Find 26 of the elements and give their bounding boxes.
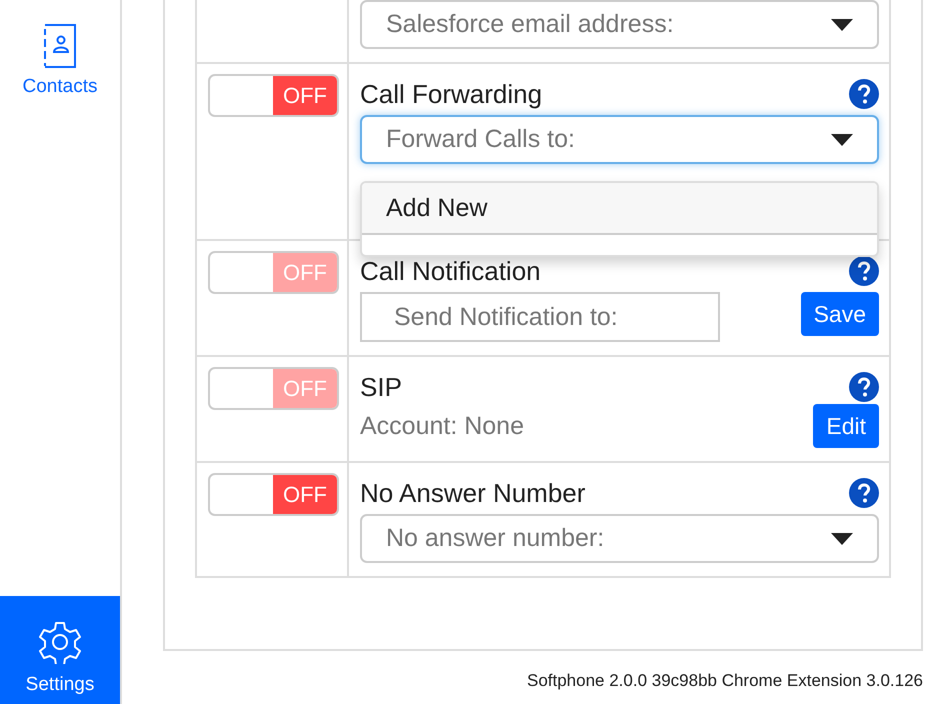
toggle-switch[interactable]: OFF [208, 74, 339, 117]
settings-icon [38, 620, 82, 664]
help-icon[interactable] [849, 79, 879, 109]
setting-title: No Answer Number [360, 478, 586, 508]
menu-item[interactable]: Add New [362, 183, 877, 235]
caret-icon [831, 532, 853, 544]
contacts-icon [43, 24, 77, 68]
setting-title: Call Forwarding [360, 78, 542, 110]
version-text: Softphone 2.0.0 39c98bb Chrome Extension 3.0.126 [526, 671, 923, 691]
caret-icon [831, 134, 853, 146]
select-field[interactable]: Forward Calls to: [360, 115, 879, 164]
edit-button[interactable]: Edit [813, 404, 879, 448]
help-icon[interactable] [849, 372, 879, 402]
caret-icon [831, 18, 853, 30]
help-icon[interactable] [849, 256, 879, 286]
sidebar-item[interactable]: Settings [0, 596, 120, 704]
save-button[interactable]: Save [800, 292, 879, 336]
toggle-switch[interactable]: OFF [208, 473, 339, 516]
input-field[interactable]: Send Notification to: [360, 292, 720, 342]
help-icon[interactable] [849, 478, 879, 508]
sidebar-item[interactable]: Contacts [0, 4, 120, 110]
select-field[interactable]: No answer number: [360, 514, 879, 563]
setting-title: SIP [360, 372, 402, 402]
setting-title: Call Notification [360, 256, 541, 286]
account-text: Account: None [360, 412, 524, 440]
select-field[interactable]: Salesforce email address: [360, 0, 879, 49]
